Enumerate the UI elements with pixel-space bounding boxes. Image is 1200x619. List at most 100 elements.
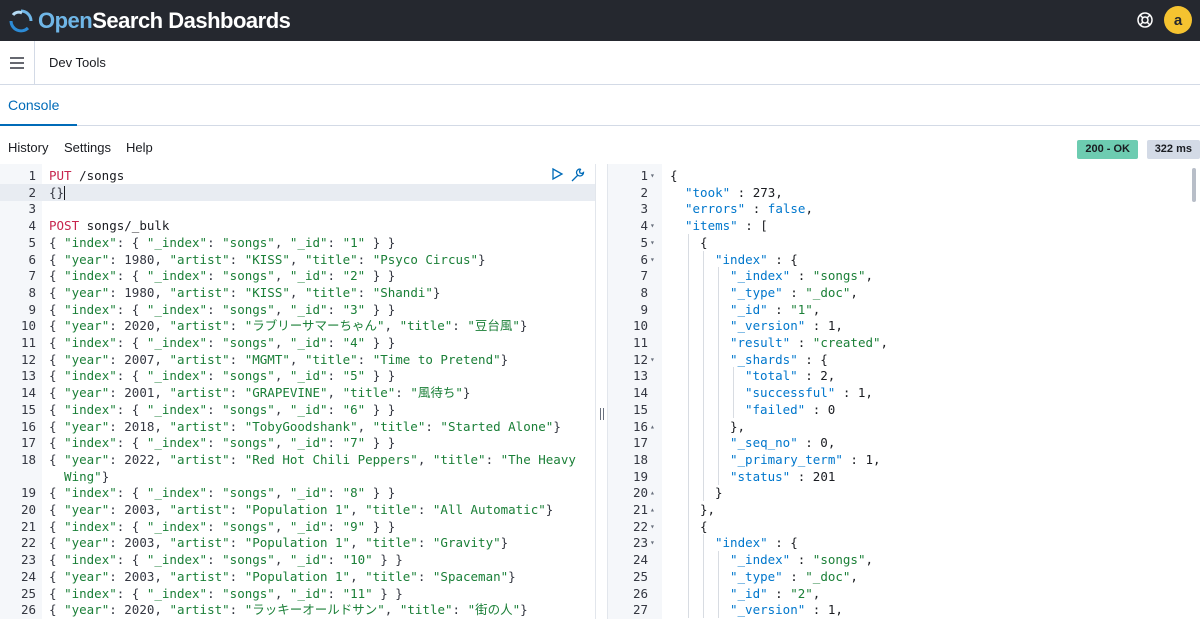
breadcrumb-bar: Dev Tools [0,40,1200,85]
code-token: "Started Alone" [440,418,554,434]
code-token: : [207,335,223,350]
opensearch-logo[interactable]: OpenSearch Dashboards [8,8,291,34]
code-token: "Time to Pretend" [372,351,501,367]
fold-down-icon[interactable]: ▾ [650,518,655,535]
line-number: 26 [632,585,648,601]
code-token: : [417,502,433,517]
code-text: { "index": { "_index": "songs", "_id": "… [49,234,395,251]
indent-guide [688,584,689,602]
response-editor[interactable]: 1 ▾{2 "took" : 273, 3 "errors" : false, 4 ▾ "it… [608,164,1200,619]
fold-down-icon[interactable]: ▾ [650,534,655,551]
code-token: Wing" [49,468,102,484]
code-token: "10" [342,552,373,568]
code-token: : [207,301,223,317]
pane-resizer[interactable] [595,164,608,619]
code-token: "songs" [222,234,275,250]
play-icon[interactable] [550,167,564,181]
code-token: : [207,518,223,534]
code-text: "failed" : 0 [745,401,835,418]
code-token: "_index" [146,518,208,534]
code-text: "_index" : "songs", [730,267,873,284]
fold-up-icon[interactable]: ▴ [650,501,655,518]
code-token: { [49,502,65,517]
code-token: : [767,301,791,317]
code-token: "songs" [222,401,275,417]
line-number: 2 [640,184,648,200]
code-token: "index" [64,268,117,284]
response-line: 13 "total" : 2, [608,367,1200,385]
indent-guide [718,334,719,351]
code-token: {} [49,184,65,200]
request-editor[interactable]: 1 PUT /songs 2 {} 3 4 POST songs/_bulk 5 { "inde… [0,164,595,619]
response-line: 5 ▾ { [608,233,1200,251]
response-line: 19 "status" : 201 [608,467,1200,485]
settings-button[interactable]: Settings [64,140,111,155]
menu-button[interactable] [2,41,32,85]
tab-console[interactable]: Console [0,85,77,126]
code-token: : [207,435,223,451]
indent-guide [703,434,704,452]
code-token: : 2003, [109,502,170,517]
request-line: 6 { "year": 1980, "artist": "KISS", "titl… [0,251,595,268]
request-line: 25 { "index": { "_index": "songs", "_id":… [0,585,595,602]
code-token: : [327,552,343,568]
line-number: 16 [632,418,648,434]
line-number: 7 [28,268,36,284]
code-token: : [745,201,768,217]
code-token: } [101,468,110,484]
line-number: 11 [632,335,648,350]
response-line: 22 ▾ { [608,517,1200,535]
user-avatar[interactable]: a [1164,6,1192,34]
code-token: "_id" [289,335,328,350]
code-token: "title" [304,251,358,267]
line-number: 15 [20,401,36,417]
code-token: "_id" [289,518,328,534]
line-number: 15 [632,401,648,417]
line-number: 18 [20,451,36,467]
resizer-grip-icon [600,408,604,420]
code-text: "_version" : 1, [730,601,843,618]
indent-guide [688,484,689,502]
code-token: : 1, [805,318,843,334]
code-token: , [805,201,813,217]
code-token: , [274,268,290,284]
code-text: { "year": 2020, "artist": "ラブリーサマーちゃん", … [49,317,527,334]
indent-guide [718,551,719,569]
code-token: "_index" [146,268,208,284]
line-number: 21 [632,502,648,517]
indent-guide [703,367,704,385]
code-text: "index" : { [715,251,798,268]
code-token: "index" [64,585,117,601]
code-token: POST [49,218,80,234]
code-token: } [545,502,554,517]
code-token: "_index" [730,552,791,568]
fold-up-icon[interactable]: ▴ [650,484,655,501]
indent-guide [703,300,704,318]
fold-down-icon[interactable]: ▾ [650,251,655,268]
code-token: : [229,568,245,584]
code-token: "index" [64,552,117,568]
fold-down-icon[interactable]: ▾ [650,234,655,251]
fold-down-icon[interactable]: ▾ [650,351,655,368]
fold-down-icon[interactable]: ▾ [650,217,655,234]
response-line: 11 "result" : "created", [608,334,1200,351]
code-token: : [790,335,813,350]
code-text: "_primary_term" : 1, [730,451,881,468]
fold-up-icon[interactable]: ▴ [650,418,655,435]
request-line: 15 { "index": { "_index": "songs", "_id":… [0,401,595,418]
code-token: "artist" [169,418,230,434]
line-number: 8 [28,284,36,300]
indent-guide [718,267,719,285]
breadcrumb-dev-tools[interactable]: Dev Tools [49,55,106,70]
wrench-icon[interactable] [570,167,586,183]
code-token: : { [116,518,147,534]
help-icon[interactable] [1135,10,1155,30]
code-token: "index" [64,301,117,317]
fold-down-icon[interactable]: ▾ [650,167,655,184]
code-token: : [327,401,343,417]
code-text: "_version" : 1, [730,317,843,334]
history-button[interactable]: History [8,140,48,155]
help-button[interactable]: Help [126,140,153,155]
code-token: { [49,351,65,367]
code-token: , [880,335,889,350]
